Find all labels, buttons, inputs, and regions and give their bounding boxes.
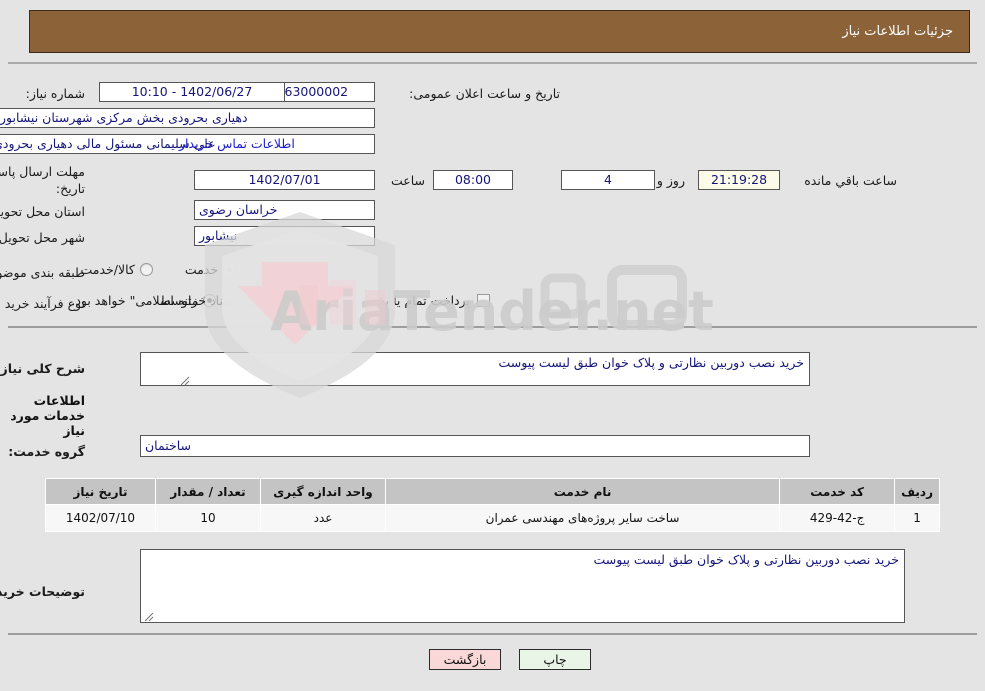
province-value: خراسان رضوی bbox=[194, 200, 375, 220]
buyer-notes-row: توضیحات خریدار: bbox=[0, 580, 85, 602]
radio-kala[interactable] bbox=[290, 263, 303, 276]
summary-row: شرح کلی نیاز: bbox=[0, 357, 85, 379]
cell-unit: عدد bbox=[260, 504, 386, 532]
treasury-checkbox[interactable] bbox=[477, 294, 490, 307]
cell-code: ج-42-429 bbox=[779, 504, 896, 532]
treasury-note-row: پرداخت تمام یا بخشی از مبلغ خرید،از محل … bbox=[71, 293, 490, 308]
services-section-heading: اطلاعات خدمات مورد نیاز bbox=[10, 393, 85, 438]
announce-date-label: تاریخ و ساعت اعلان عمومی: bbox=[409, 85, 560, 101]
buyer-org-value: دهیاری بحرودی بخش مرکزی شهرستان نیشابور bbox=[0, 108, 375, 128]
category-option-kala[interactable]: کالا bbox=[268, 262, 303, 277]
table-header-row: ردیف کد خدمت نام خدمت واحد اندازه گیری ت… bbox=[45, 478, 940, 505]
remaining-time-value: 21:19:28 bbox=[698, 170, 780, 190]
buyer-contact-link[interactable]: اطلاعات تماس خریدار bbox=[179, 136, 295, 151]
service-group-value: ساختمان bbox=[140, 435, 810, 457]
col-name: نام خدمت bbox=[384, 478, 781, 505]
col-qty: تعداد / مقدار bbox=[155, 478, 261, 505]
need-number-label: شماره نیاز: bbox=[25, 85, 85, 101]
announce-date-value: 1402/06/27 - 10:10 bbox=[99, 82, 285, 102]
table-row: 1 ج-42-429 ساخت سایر پروژه‌های مهندسی عم… bbox=[45, 504, 940, 532]
deadline-label-line2: تاریخ: bbox=[55, 180, 85, 196]
category-option-kala-khedmat[interactable]: کالا/خدمت bbox=[80, 262, 153, 277]
deadline-label-line1: مهلت ارسال پاسخ: تا bbox=[0, 163, 85, 179]
col-code: کد خدمت bbox=[779, 478, 896, 505]
buyer-notes-textarea[interactable]: خرید نصب دوربین نظارتی و پلاک خوان طبق ل… bbox=[140, 549, 905, 623]
province-row: استان محل تحویل: bbox=[0, 200, 85, 222]
summary-label: شرح کلی نیاز: bbox=[0, 360, 85, 376]
city-row: شهر محل تحویل: bbox=[0, 226, 85, 248]
cell-qty: 10 bbox=[155, 504, 261, 532]
deadline-hour-label: ساعت bbox=[390, 173, 425, 188]
print-button[interactable]: چاپ bbox=[519, 649, 591, 670]
page-title: جزئیات اطلاعات نیاز bbox=[842, 24, 953, 39]
col-unit: واحد اندازه گیری bbox=[260, 478, 386, 505]
city-value: نیشابور bbox=[194, 226, 375, 246]
remaining-time-label: ساعت باقي مانده bbox=[804, 173, 897, 188]
back-button[interactable]: بازگشت bbox=[429, 649, 501, 670]
service-group-label: گروه خدمت: bbox=[8, 443, 85, 459]
radio-kala-khedmat[interactable] bbox=[139, 263, 153, 276]
category-row: طبقه بندی موضوعی: bbox=[0, 261, 85, 283]
services-table: ردیف کد خدمت نام خدمت واحد اندازه گیری ت… bbox=[45, 478, 940, 532]
page-root: AriaTender.net جزئیات اطلاعات نیاز شماره… bbox=[0, 0, 985, 691]
col-radif: ردیف bbox=[894, 478, 940, 505]
services-table-wrap: ردیف کد خدمت نام خدمت واحد اندازه گیری ت… bbox=[45, 478, 940, 532]
remaining-days-value: 4 bbox=[561, 170, 655, 190]
remaining-days-label: روز و bbox=[656, 173, 685, 188]
category-label: طبقه بندی موضوعی: bbox=[0, 264, 85, 280]
category-option-khedmat-label: خدمت bbox=[184, 262, 219, 277]
cell-date: 1402/07/10 bbox=[45, 504, 156, 532]
deadline-label-row2: تاریخ: bbox=[56, 180, 85, 196]
category-option-kala-label: کالا bbox=[268, 262, 285, 277]
page-header: جزئیات اطلاعات نیاز bbox=[29, 10, 970, 53]
need-number-row: شماره نیاز: bbox=[26, 82, 85, 104]
cell-radif: 1 bbox=[894, 504, 940, 532]
summary-textarea[interactable]: خرید نصب دوربین نظارتی و پلاک خوان طبق ل… bbox=[140, 352, 810, 386]
category-option-kala-khedmat-label: کالا/خدمت bbox=[80, 262, 135, 277]
deadline-time-value: 08:00 bbox=[433, 170, 513, 190]
service-group-row: گروه خدمت: bbox=[8, 440, 85, 462]
radio-khedmat[interactable] bbox=[223, 263, 237, 276]
province-label: استان محل تحویل: bbox=[0, 203, 85, 219]
category-option-khedmat[interactable]: خدمت bbox=[184, 262, 237, 277]
col-date: تاریخ نیاز bbox=[45, 478, 156, 505]
city-label: شهر محل تحویل: bbox=[0, 229, 85, 245]
treasury-note-label: پرداخت تمام یا بخشی از مبلغ خرید،از محل … bbox=[71, 293, 470, 308]
deadline-label-row: مهلت ارسال پاسخ: تا bbox=[0, 163, 85, 179]
cell-name: ساخت سایر پروژه‌های مهندسی عمران bbox=[384, 504, 781, 532]
deadline-date-value: 1402/07/01 bbox=[194, 170, 375, 190]
category-radio-group: کالا خدمت کالا/خدمت bbox=[80, 262, 303, 277]
announce-date-row: تاریخ و ساعت اعلان عمومی: bbox=[409, 82, 560, 104]
buyer-notes-label: توضیحات خریدار: bbox=[0, 583, 85, 599]
